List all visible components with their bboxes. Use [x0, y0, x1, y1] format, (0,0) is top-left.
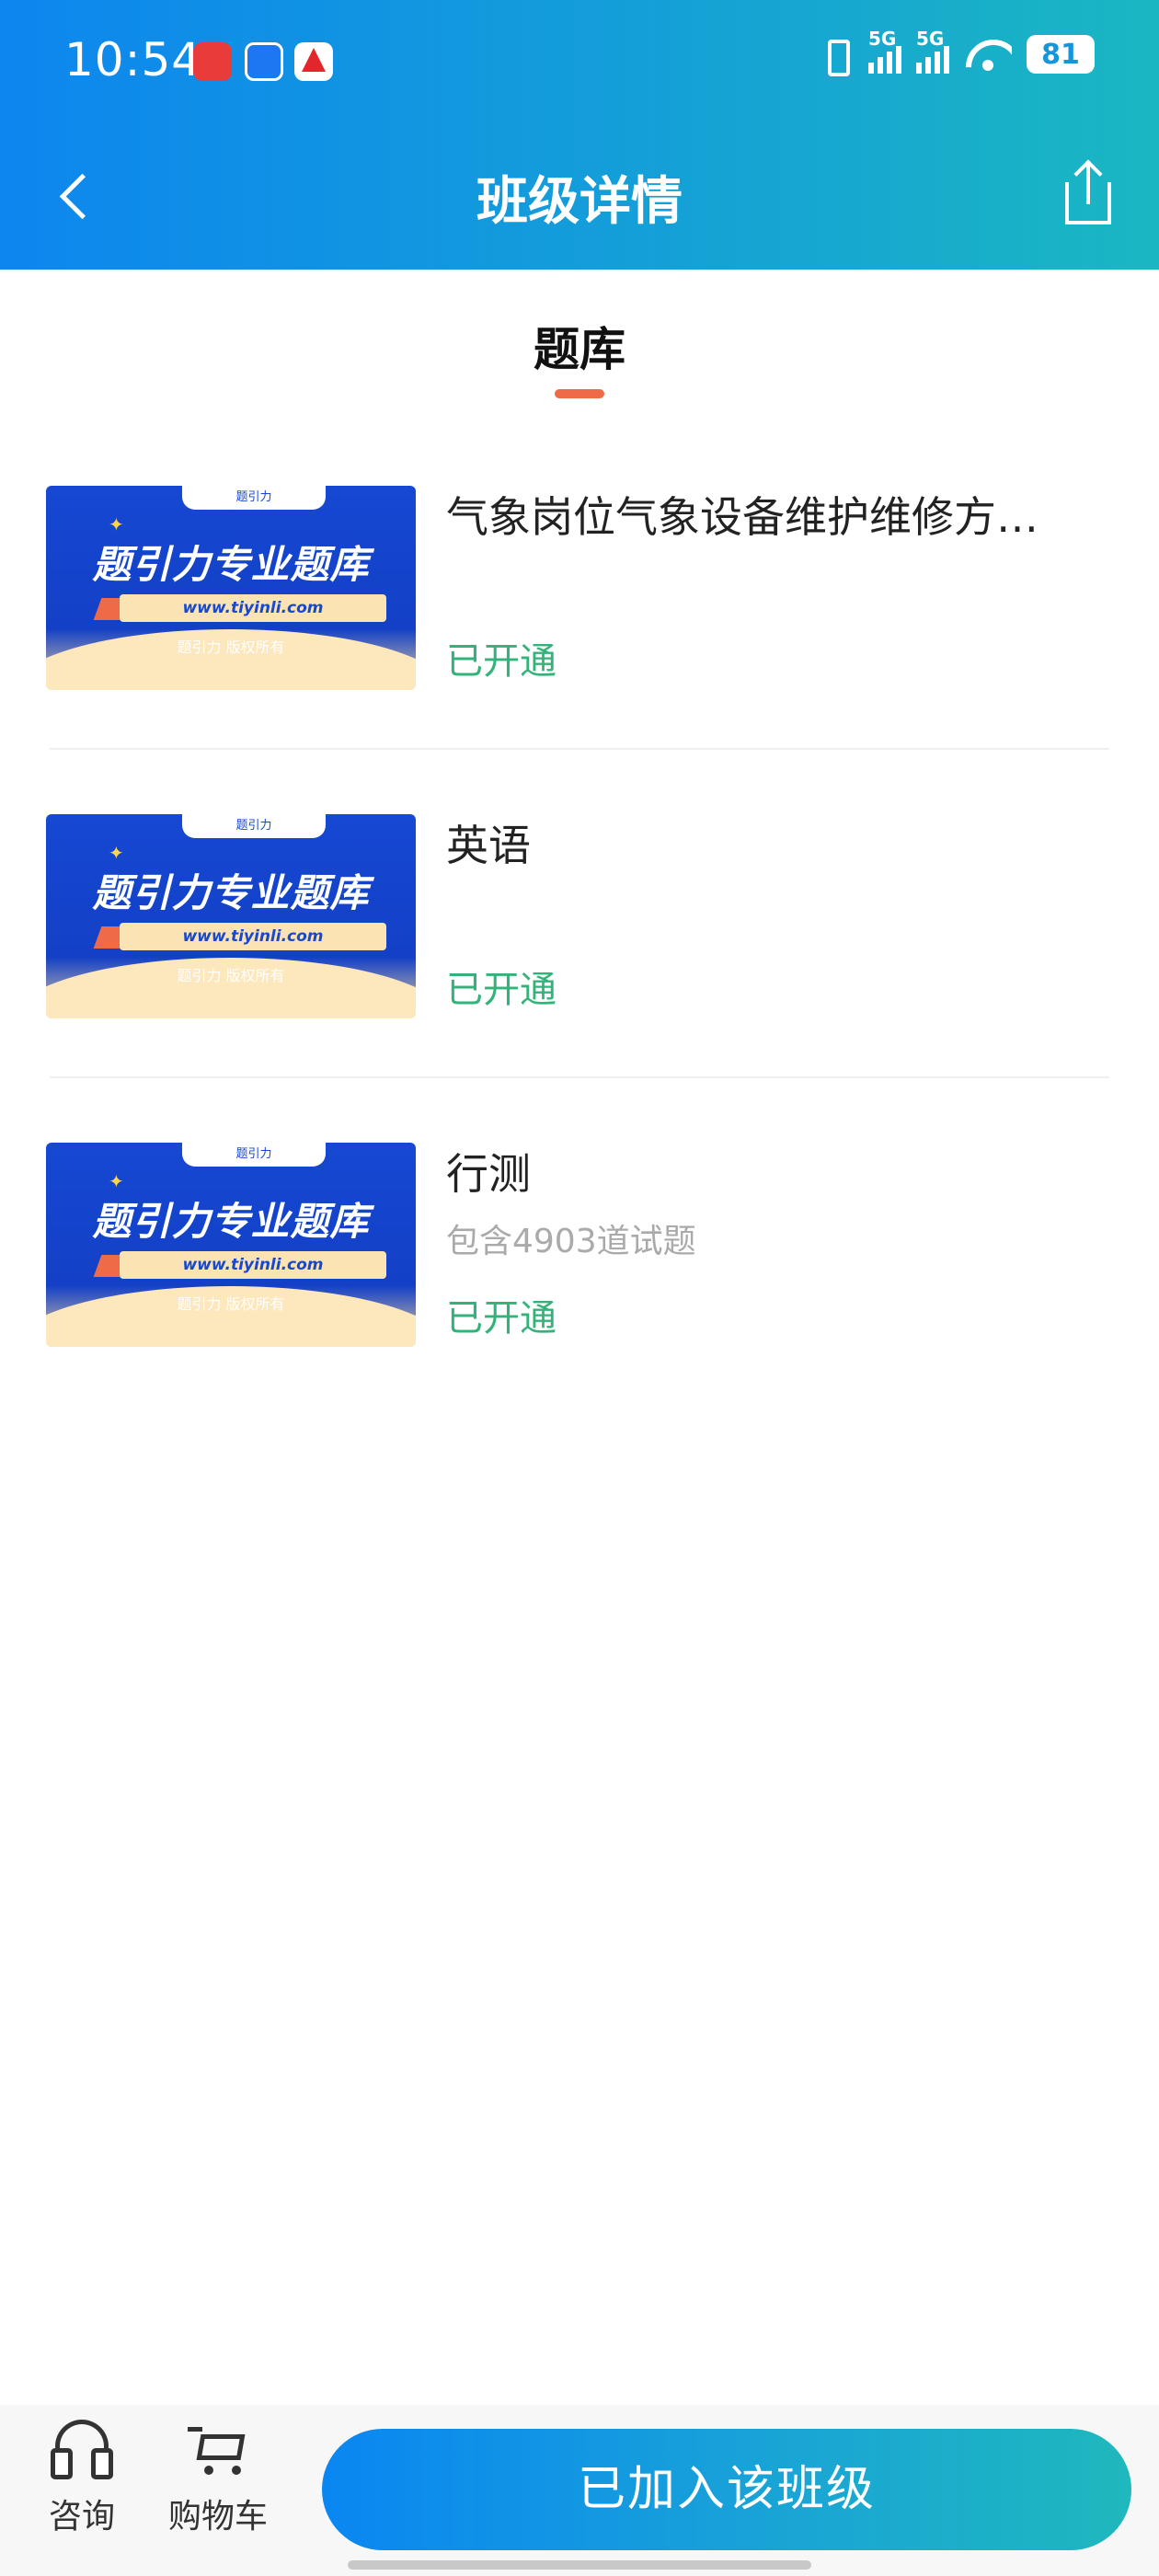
- headset-icon: [51, 2420, 113, 2479]
- app-notification-icon: [193, 42, 232, 81]
- star-icon: ✦: [109, 842, 124, 864]
- wifi-icon: [964, 36, 1012, 73]
- cart-icon: [188, 2427, 246, 2475]
- course-thumbnail: 题引力 ✦ 题引力专业题库 www.tiyinli.com 题引力 版权所有: [46, 814, 416, 1018]
- item-title: 气象岗位气象设备维护维修方…: [446, 492, 1039, 542]
- signal-icon: 5G: [868, 28, 901, 74]
- tab-question-bank[interactable]: 题库: [0, 313, 1159, 379]
- list-item[interactable]: 题引力 ✦ 题引力专业题库 www.tiyinli.com 题引力 版权所有 行…: [0, 1078, 1159, 1407]
- star-icon: ✦: [109, 513, 124, 535]
- status-badge: 已开通: [446, 640, 557, 683]
- share-button[interactable]: [1058, 156, 1122, 230]
- home-indicator[interactable]: [348, 2560, 811, 2570]
- app-notification-icon: [294, 42, 333, 81]
- item-title: 英语: [446, 821, 531, 870]
- vibrate-icon: [817, 36, 854, 76]
- cart-button[interactable]: 购物车: [158, 2414, 278, 2536]
- signal-icon: 5G: [916, 28, 949, 74]
- join-class-button[interactable]: 已加入该班级: [322, 2429, 1131, 2550]
- status-badge: 已开通: [446, 969, 557, 1011]
- item-title: 行测: [446, 1149, 531, 1199]
- tab-indicator: [555, 389, 604, 398]
- page-title: 班级详情: [476, 172, 683, 232]
- battery-icon: 81: [1027, 35, 1095, 74]
- list-item[interactable]: 题引力 ✦ 题引力专业题库 www.tiyinli.com 题引力 版权所有 气…: [0, 421, 1159, 750]
- status-indicators: 5G 5G 81: [817, 28, 1095, 76]
- app-notification-icon: [245, 42, 283, 81]
- item-subtitle: 包含4903道试题: [446, 1223, 696, 1260]
- status-time: 10:54: [64, 33, 202, 86]
- course-thumbnail: 题引力 ✦ 题引力专业题库 www.tiyinli.com 题引力 版权所有: [46, 1143, 416, 1347]
- consult-button[interactable]: 咨询: [22, 2414, 142, 2536]
- list-item[interactable]: 题引力 ✦ 题引力专业题库 www.tiyinli.com 题引力 版权所有 英…: [0, 750, 1159, 1078]
- header: 10:54 5G 5G 81 班级详情: [0, 0, 1159, 270]
- status-badge: 已开通: [446, 1297, 557, 1340]
- star-icon: ✦: [109, 1170, 124, 1192]
- course-thumbnail: 题引力 ✦ 题引力专业题库 www.tiyinli.com 题引力 版权所有: [46, 486, 416, 690]
